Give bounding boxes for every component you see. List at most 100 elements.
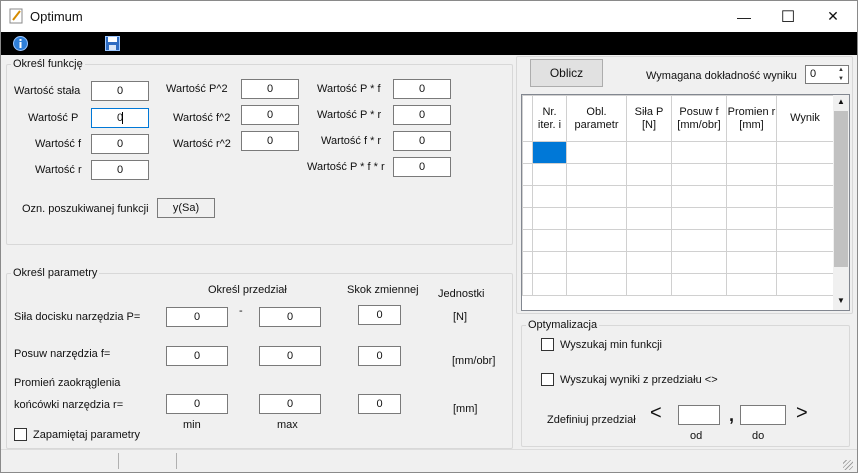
col-header-iter[interactable]: Nr. iter. i bbox=[532, 95, 567, 142]
params-group-legend: Określ parametry bbox=[11, 267, 100, 279]
f2-value-input[interactable]: 0 bbox=[241, 105, 299, 125]
table-row[interactable] bbox=[522, 273, 834, 296]
row-header-corner bbox=[522, 95, 533, 142]
table-row[interactable] bbox=[522, 163, 834, 186]
minimize-icon: — bbox=[737, 8, 751, 25]
calculate-button[interactable]: Oblicz bbox=[530, 59, 603, 87]
range-to-input[interactable] bbox=[740, 405, 786, 425]
r-value-label: Wartość r bbox=[35, 164, 82, 176]
force-max-input[interactable]: 0 bbox=[259, 307, 321, 327]
find-range-checkbox[interactable] bbox=[541, 373, 554, 386]
const-value-input[interactable]: 0 bbox=[91, 81, 149, 101]
results-grid[interactable]: Nr. iter. i Obl. parametr Siła P [N] Pos… bbox=[521, 94, 850, 311]
force-step-input[interactable]: 0 bbox=[358, 305, 401, 325]
find-range-label: Wyszukaj wyniki z przedziału <> bbox=[560, 374, 718, 386]
find-min-label: Wyszukaj min funkcji bbox=[560, 339, 662, 351]
radius-unit: [mm] bbox=[453, 403, 478, 415]
spin-up-icon[interactable]: ▲ bbox=[834, 66, 848, 74]
scroll-thumb[interactable] bbox=[834, 111, 848, 267]
save-icon[interactable] bbox=[105, 36, 120, 51]
feed-unit: [mm/obr] bbox=[452, 355, 496, 367]
function-group-legend: Określ funkcję bbox=[11, 58, 85, 70]
range-from-label: od bbox=[690, 430, 703, 442]
feed-max-input[interactable]: 0 bbox=[259, 346, 321, 366]
fr-value-input[interactable]: 0 bbox=[393, 131, 451, 151]
feed-min-input[interactable]: 0 bbox=[166, 346, 228, 366]
app-notepad-icon bbox=[9, 8, 23, 24]
scroll-down-icon[interactable]: ▼ bbox=[837, 296, 845, 305]
feed-step-input[interactable]: 0 bbox=[358, 346, 401, 366]
maximize-icon: ☐ bbox=[780, 8, 796, 26]
const-value-label: Wartość stała bbox=[14, 85, 81, 97]
status-separator bbox=[176, 453, 177, 469]
table-row[interactable] bbox=[522, 251, 834, 274]
force-param-label: Siła docisku narzędzia P= bbox=[14, 311, 141, 323]
r-value-input[interactable]: 0 bbox=[91, 160, 149, 180]
maximize-button[interactable]: ☐ bbox=[765, 1, 811, 32]
title-bar: Optimum — ☐ ✕ bbox=[1, 1, 857, 32]
range-open-bracket: < bbox=[650, 402, 662, 424]
table-row[interactable] bbox=[522, 229, 834, 252]
spin-down-icon[interactable]: ▼ bbox=[834, 75, 848, 83]
status-separator bbox=[118, 453, 119, 469]
table-row[interactable] bbox=[522, 185, 834, 208]
r2-value-input[interactable]: 0 bbox=[241, 131, 299, 151]
define-range-label: Zdefiniuj przedział bbox=[547, 414, 636, 426]
pr-value-label: Wartość P * r bbox=[317, 109, 382, 121]
precision-value: 0 bbox=[810, 68, 817, 80]
r2-value-label: Wartość r^2 bbox=[173, 138, 231, 150]
force-min-input[interactable]: 0 bbox=[166, 307, 228, 327]
remember-params-checkbox[interactable] bbox=[14, 428, 27, 441]
range-comma: , bbox=[729, 405, 735, 425]
feed-param-label: Posuw narzędzia f= bbox=[14, 348, 111, 360]
find-min-checkbox[interactable] bbox=[541, 338, 554, 351]
close-button[interactable]: ✕ bbox=[810, 1, 856, 32]
table-row[interactable] bbox=[522, 207, 834, 230]
range-header: Określ przedział bbox=[208, 284, 287, 296]
step-header: Skok zmiennej bbox=[347, 284, 419, 296]
col-header-radius[interactable]: Promien r [mm] bbox=[726, 95, 777, 142]
radius-param-label: końcówki narzędzia r= bbox=[14, 399, 124, 411]
remember-params-label: Zapamiętaj parametry bbox=[33, 429, 140, 441]
pr-value-input[interactable]: 0 bbox=[393, 105, 451, 125]
precision-label: Wymagana dokładność wyniku bbox=[646, 70, 797, 82]
scroll-up-icon[interactable]: ▲ bbox=[837, 97, 845, 106]
info-icon[interactable] bbox=[13, 36, 28, 51]
range-from-input[interactable] bbox=[678, 405, 720, 425]
fr-value-label: Wartość f * r bbox=[321, 135, 382, 147]
range-dash: - bbox=[239, 305, 243, 317]
f-value-label: Wartość f bbox=[35, 138, 82, 150]
radius-step-input[interactable]: 0 bbox=[358, 394, 401, 414]
window-title: Optimum bbox=[30, 9, 83, 24]
grid-vertical-scrollbar[interactable]: ▲ ▼ bbox=[833, 95, 849, 310]
col-header-result[interactable]: Wynik bbox=[776, 95, 834, 142]
max-label: max bbox=[277, 419, 298, 431]
app-window: Optimum — ☐ ✕ Określ funkcję Wartość sta… bbox=[0, 0, 858, 473]
pfr-value-input[interactable]: 0 bbox=[393, 157, 451, 177]
close-icon: ✕ bbox=[827, 8, 839, 24]
force-unit: [N] bbox=[453, 311, 468, 323]
col-header-feed[interactable]: Posuw f [mm/obr] bbox=[671, 95, 727, 142]
col-header-param[interactable]: Obl. parametr bbox=[566, 95, 627, 142]
table-row[interactable] bbox=[522, 141, 834, 164]
p2-value-input[interactable]: 0 bbox=[241, 79, 299, 99]
minimize-button[interactable]: — bbox=[721, 1, 767, 32]
pfr-value-label: Wartość P * f * r bbox=[307, 161, 385, 173]
f-value-input[interactable]: 0 bbox=[91, 134, 149, 154]
status-bar bbox=[1, 449, 857, 472]
p-value-input[interactable]: 0 bbox=[91, 108, 149, 128]
radius-max-input[interactable]: 0 bbox=[259, 394, 321, 414]
text-caret bbox=[122, 112, 124, 125]
col-header-force[interactable]: Siła P [N] bbox=[626, 95, 672, 142]
range-close-bracket: > bbox=[796, 402, 808, 424]
function-name-field[interactable]: y(Sa) bbox=[157, 198, 215, 218]
radius-min-input[interactable]: 0 bbox=[166, 394, 228, 414]
f2-value-label: Wartość f^2 bbox=[173, 112, 231, 124]
precision-spinner[interactable]: 0 ▲ ▼ bbox=[805, 65, 849, 84]
resize-grip-icon[interactable] bbox=[843, 460, 853, 470]
selected-cell[interactable] bbox=[532, 141, 567, 164]
pf-value-input[interactable]: 0 bbox=[393, 79, 451, 99]
p2-value-label: Wartość P^2 bbox=[166, 83, 228, 95]
pf-value-label: Wartość P * f bbox=[317, 83, 381, 95]
min-label: min bbox=[183, 419, 201, 431]
